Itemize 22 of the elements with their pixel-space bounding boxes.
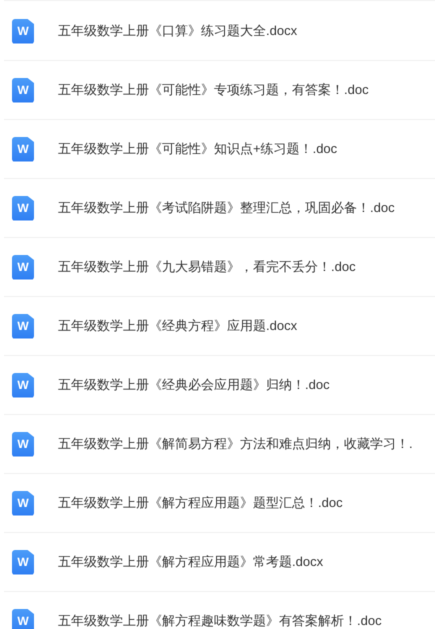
file-name[interactable]: 五年级数学上册《经典必会应用题》归纳！.doc [58, 376, 330, 394]
word-file-icon: W [12, 78, 34, 102]
word-file-icon: W [12, 254, 34, 280]
file-name[interactable]: 五年级数学上册《口算》练习题大全.docx [58, 22, 298, 40]
file-name[interactable]: 五年级数学上册《经典方程》应用题.docx [58, 317, 298, 335]
word-file-icon: W [12, 372, 34, 398]
word-file-icon: W [12, 136, 34, 162]
word-file-icon: W [12, 432, 34, 456]
word-file-icon: W [12, 608, 34, 629]
file-name[interactable]: 五年级数学上册《解方程应用题》常考题.docx [58, 553, 324, 571]
file-name[interactable]: 五年级数学上册《考试陷阱题》整理汇总，巩固必备！.doc [58, 199, 395, 217]
word-file-icon: W [12, 314, 34, 338]
word-file-icon: W [12, 18, 34, 44]
file-name[interactable]: 五年级数学上册《解方程趣味数学题》有答案解析！.doc [58, 612, 382, 629]
file-name[interactable]: 五年级数学上册《可能性》专项练习题，有答案！.doc [58, 81, 369, 99]
word-file-icon: W [12, 490, 34, 516]
file-name[interactable]: 五年级数学上册《可能性》知识点+练习题！.doc [58, 140, 338, 158]
file-name[interactable]: 五年级数学上册《解方程应用题》题型汇总！.doc [58, 494, 343, 512]
word-file-icon: W [12, 196, 34, 220]
file-name[interactable]: 五年级数学上册《解简易方程》方法和难点归纳，收藏学习！. [58, 435, 413, 453]
file-name[interactable]: 五年级数学上册《九大易错题》，看完不丢分！.doc [58, 258, 356, 276]
word-file-icon: W [12, 550, 34, 574]
